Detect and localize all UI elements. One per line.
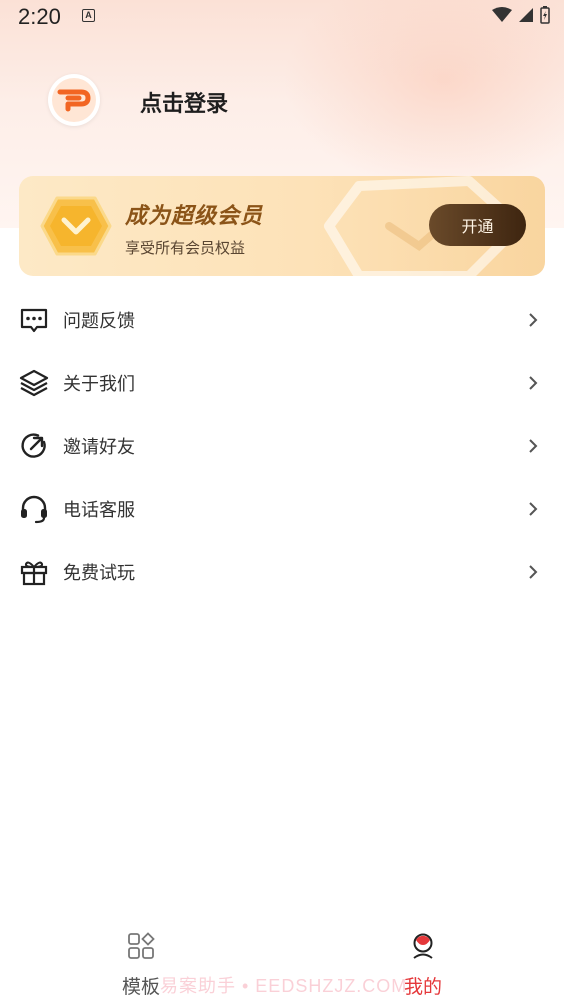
gift-icon	[19, 557, 49, 587]
chevron-right-icon	[526, 375, 540, 390]
status-time: 2:20	[18, 4, 61, 29]
app-logo	[52, 78, 96, 122]
open-vip-button[interactable]: 开通	[429, 204, 526, 246]
grid-icon	[127, 932, 155, 964]
feedback-icon	[19, 305, 49, 335]
menu-item-phone-support[interactable]: 电话客服	[0, 477, 564, 540]
chevron-right-icon	[526, 312, 540, 327]
vip-title: 成为超级会员	[125, 204, 264, 229]
vip-subtitle: 享受所有会员权益	[125, 239, 246, 257]
menu-item-about[interactable]: 关于我们	[0, 351, 564, 414]
menu-item-invite[interactable]: 邀请好友	[0, 414, 564, 477]
watermark: 易案助手 • EEDSHZJZ.COM	[160, 976, 408, 996]
status-bar: 2:20 A	[0, 0, 564, 34]
menu-label: 邀请好友	[63, 436, 135, 458]
chevron-right-icon	[526, 438, 540, 453]
avatar[interactable]	[48, 74, 100, 126]
menu-label: 关于我们	[63, 373, 135, 395]
menu-label: 免费试玩	[63, 562, 135, 584]
chevron-right-icon	[526, 564, 540, 579]
profile-icon	[409, 932, 437, 964]
menu-item-feedback[interactable]: 问题反馈	[0, 288, 564, 351]
wifi-icon	[492, 7, 512, 22]
vip-badge-icon	[40, 196, 112, 256]
menu-item-free-trial[interactable]: 免费试玩	[0, 540, 564, 603]
chevron-right-icon	[526, 501, 540, 516]
signal-icon	[519, 8, 533, 22]
menu-label: 电话客服	[63, 499, 135, 521]
status-icons	[492, 6, 550, 24]
vip-banner[interactable]: 成为超级会员 享受所有会员权益 开通	[19, 176, 545, 276]
logo-p-icon	[57, 89, 91, 112]
battery-icon	[540, 6, 550, 24]
layers-icon	[19, 368, 49, 398]
menu-label: 问题反馈	[63, 310, 135, 332]
share-icon	[19, 431, 49, 461]
settings-menu: 问题反馈 关于我们 邀请好友 电话客服 免费试玩	[0, 288, 564, 603]
notification-icon: A	[82, 9, 95, 22]
login-link[interactable]: 点击登录	[140, 86, 228, 118]
headset-icon	[19, 494, 49, 524]
